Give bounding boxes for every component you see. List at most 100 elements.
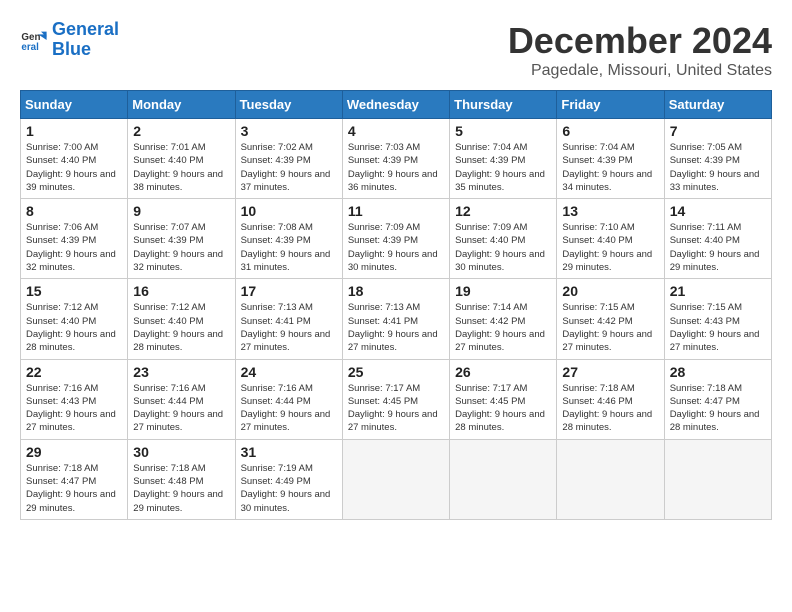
- day-detail: Sunrise: 7:10 AMSunset: 4:40 PMDaylight:…: [562, 221, 658, 274]
- calendar-cell: 3 Sunrise: 7:02 AMSunset: 4:39 PMDaylight…: [235, 119, 342, 199]
- day-number: 15: [26, 283, 122, 299]
- weekday-header-wednesday: Wednesday: [342, 91, 449, 119]
- calendar-cell: [342, 439, 449, 519]
- day-detail: Sunrise: 7:12 AMSunset: 4:40 PMDaylight:…: [26, 301, 122, 354]
- calendar-cell: 18 Sunrise: 7:13 AMSunset: 4:41 PMDayligh…: [342, 279, 449, 359]
- calendar-cell: 4 Sunrise: 7:03 AMSunset: 4:39 PMDaylight…: [342, 119, 449, 199]
- calendar-cell: [664, 439, 771, 519]
- day-number: 19: [455, 283, 551, 299]
- weekday-header-friday: Friday: [557, 91, 664, 119]
- day-detail: Sunrise: 7:16 AMSunset: 4:44 PMDaylight:…: [133, 382, 229, 435]
- logo: Gen eral General Blue: [20, 20, 119, 60]
- calendar-cell: 26Sunrise: 7:17 AMSunset: 4:45 PMDayligh…: [450, 359, 557, 439]
- day-detail: Sunrise: 7:18 AMSunset: 4:46 PMDaylight:…: [562, 382, 658, 435]
- calendar-cell: 10Sunrise: 7:08 AMSunset: 4:39 PMDayligh…: [235, 199, 342, 279]
- calendar-cell: 31 Sunrise: 7:19 AMSunset: 4:49 PMDayligh…: [235, 439, 342, 519]
- weekday-header-sunday: Sunday: [21, 91, 128, 119]
- calendar-cell: 5Sunrise: 7:04 AMSunset: 4:39 PMDaylight…: [450, 119, 557, 199]
- day-detail: Sunrise: 7:15 AMSunset: 4:42 PMDaylight:…: [562, 301, 658, 354]
- calendar-cell: 24 Sunrise: 7:16 AMSunset: 4:44 PMDayligh…: [235, 359, 342, 439]
- day-detail: Sunrise: 7:12 AMSunset: 4:40 PMDaylight:…: [133, 301, 229, 354]
- day-detail: Sunrise: 7:18 AMSunset: 4:48 PMDaylight:…: [133, 462, 229, 515]
- day-number: 5: [455, 123, 551, 139]
- calendar-cell: 14 Sunrise: 7:11 AMSunset: 4:40 PMDayligh…: [664, 199, 771, 279]
- day-detail: Sunrise: 7:16 AMSunset: 4:43 PMDaylight:…: [26, 382, 122, 435]
- calendar-cell: [557, 439, 664, 519]
- day-detail: Sunrise: 7:18 AMSunset: 4:47 PMDaylight:…: [670, 382, 766, 435]
- calendar-cell: 28 Sunrise: 7:18 AMSunset: 4:47 PMDayligh…: [664, 359, 771, 439]
- calendar-cell: 30 Sunrise: 7:18 AMSunset: 4:48 PMDayligh…: [128, 439, 235, 519]
- day-detail: Sunrise: 7:05 AMSunset: 4:39 PMDaylight:…: [670, 141, 766, 194]
- calendar-cell: 1 Sunrise: 7:00 AMSunset: 4:40 PMDaylight…: [21, 119, 128, 199]
- day-number: 30: [133, 444, 229, 460]
- calendar-cell: 6Sunrise: 7:04 AMSunset: 4:39 PMDaylight…: [557, 119, 664, 199]
- day-number: 2: [133, 123, 229, 139]
- calendar-cell: 25 Sunrise: 7:17 AMSunset: 4:45 PMDayligh…: [342, 359, 449, 439]
- calendar-cell: 20 Sunrise: 7:15 AMSunset: 4:42 PMDayligh…: [557, 279, 664, 359]
- day-number: 27: [562, 364, 658, 380]
- day-detail: Sunrise: 7:16 AMSunset: 4:44 PMDaylight:…: [241, 382, 337, 435]
- day-number: 21: [670, 283, 766, 299]
- month-title: December 2024: [508, 20, 772, 62]
- day-number: 11: [348, 203, 444, 219]
- calendar-cell: 19Sunrise: 7:14 AMSunset: 4:42 PMDayligh…: [450, 279, 557, 359]
- day-number: 29: [26, 444, 122, 460]
- page-header: Gen eral General Blue December 2024 Page…: [20, 20, 772, 80]
- day-detail: Sunrise: 7:15 AMSunset: 4:43 PMDaylight:…: [670, 301, 766, 354]
- weekday-header-saturday: Saturday: [664, 91, 771, 119]
- day-number: 31: [241, 444, 337, 460]
- calendar-cell: 9 Sunrise: 7:07 AMSunset: 4:39 PMDaylight…: [128, 199, 235, 279]
- calendar-cell: 21 Sunrise: 7:15 AMSunset: 4:43 PMDayligh…: [664, 279, 771, 359]
- day-number: 8: [26, 203, 122, 219]
- day-number: 9: [133, 203, 229, 219]
- logo-text-line1: General: [52, 20, 119, 40]
- calendar-cell: 8 Sunrise: 7:06 AMSunset: 4:39 PMDaylight…: [21, 199, 128, 279]
- day-detail: Sunrise: 7:01 AMSunset: 4:40 PMDaylight:…: [133, 141, 229, 194]
- day-detail: Sunrise: 7:02 AMSunset: 4:39 PMDaylight:…: [241, 141, 337, 194]
- day-detail: Sunrise: 7:13 AMSunset: 4:41 PMDaylight:…: [241, 301, 337, 354]
- day-number: 14: [670, 203, 766, 219]
- calendar-cell: 17 Sunrise: 7:13 AMSunset: 4:41 PMDayligh…: [235, 279, 342, 359]
- day-number: 25: [348, 364, 444, 380]
- day-detail: Sunrise: 7:06 AMSunset: 4:39 PMDaylight:…: [26, 221, 122, 274]
- day-detail: Sunrise: 7:07 AMSunset: 4:39 PMDaylight:…: [133, 221, 229, 274]
- day-number: 28: [670, 364, 766, 380]
- calendar-cell: 27 Sunrise: 7:18 AMSunset: 4:46 PMDayligh…: [557, 359, 664, 439]
- day-detail: Sunrise: 7:09 AMSunset: 4:39 PMDaylight:…: [348, 221, 444, 274]
- calendar-cell: 29 Sunrise: 7:18 AMSunset: 4:47 PMDayligh…: [21, 439, 128, 519]
- day-number: 7: [670, 123, 766, 139]
- title-block: December 2024 Pagedale, Missouri, United…: [508, 20, 772, 80]
- day-detail: Sunrise: 7:17 AMSunset: 4:45 PMDaylight:…: [348, 382, 444, 435]
- day-detail: Sunrise: 7:00 AMSunset: 4:40 PMDaylight:…: [26, 141, 122, 194]
- day-number: 12: [455, 203, 551, 219]
- day-number: 24: [241, 364, 337, 380]
- day-detail: Sunrise: 7:19 AMSunset: 4:49 PMDaylight:…: [241, 462, 337, 515]
- calendar-cell: 2 Sunrise: 7:01 AMSunset: 4:40 PMDaylight…: [128, 119, 235, 199]
- day-number: 16: [133, 283, 229, 299]
- day-detail: Sunrise: 7:11 AMSunset: 4:40 PMDaylight:…: [670, 221, 766, 274]
- day-detail: Sunrise: 7:04 AMSunset: 4:39 PMDaylight:…: [562, 141, 658, 194]
- day-number: 17: [241, 283, 337, 299]
- day-detail: Sunrise: 7:13 AMSunset: 4:41 PMDaylight:…: [348, 301, 444, 354]
- calendar-cell: 13 Sunrise: 7:10 AMSunset: 4:40 PMDayligh…: [557, 199, 664, 279]
- calendar-cell: 7 Sunrise: 7:05 AMSunset: 4:39 PMDaylight…: [664, 119, 771, 199]
- logo-text-line2: Blue: [52, 40, 119, 60]
- day-number: 1: [26, 123, 122, 139]
- weekday-header-row: SundayMondayTuesdayWednesdayThursdayFrid…: [21, 91, 772, 119]
- day-number: 22: [26, 364, 122, 380]
- day-detail: Sunrise: 7:03 AMSunset: 4:39 PMDaylight:…: [348, 141, 444, 194]
- day-number: 20: [562, 283, 658, 299]
- calendar-cell: [450, 439, 557, 519]
- day-number: 4: [348, 123, 444, 139]
- logo-icon: Gen eral: [20, 26, 48, 54]
- calendar-cell: 11 Sunrise: 7:09 AMSunset: 4:39 PMDayligh…: [342, 199, 449, 279]
- day-number: 3: [241, 123, 337, 139]
- calendar-table: SundayMondayTuesdayWednesdayThursdayFrid…: [20, 90, 772, 520]
- weekday-header-thursday: Thursday: [450, 91, 557, 119]
- day-number: 26: [455, 364, 551, 380]
- calendar-cell: 15 Sunrise: 7:12 AMSunset: 4:40 PMDayligh…: [21, 279, 128, 359]
- day-detail: Sunrise: 7:18 AMSunset: 4:47 PMDaylight:…: [26, 462, 122, 515]
- day-number: 18: [348, 283, 444, 299]
- svg-text:eral: eral: [21, 42, 39, 53]
- day-number: 13: [562, 203, 658, 219]
